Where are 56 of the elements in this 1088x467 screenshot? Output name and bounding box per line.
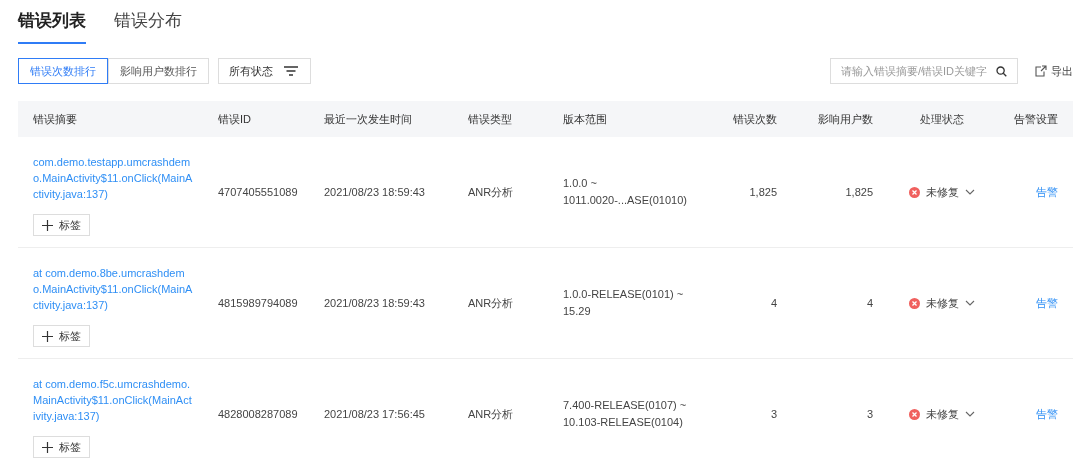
search-icon [996, 65, 1007, 77]
status-dropdown[interactable]: 未修复 [909, 406, 975, 422]
table-cell: 1,825 [845, 186, 873, 198]
export-icon [1035, 65, 1047, 77]
table-cell: 3 [770, 408, 777, 420]
column-header: 影响用户数 [817, 111, 874, 127]
table-cell: 1,825 [749, 186, 777, 198]
table-cell: 3 [866, 408, 873, 420]
status-dropdown[interactable]: 未修复 [909, 184, 975, 200]
status-dropdown[interactable]: 未修复 [909, 295, 975, 311]
add-tag-button[interactable]: 标签 [33, 325, 90, 347]
add-tag-button[interactable]: 标签 [33, 436, 90, 458]
status-filter[interactable]: 所有状态 [218, 58, 311, 84]
table-cell: 2021/08/23 18:59:43 [324, 297, 425, 309]
table-cell: 4707405551089 [218, 186, 298, 198]
table-cell: ANR分析 [468, 296, 514, 309]
column-header: 最近一次发生时间 [324, 111, 413, 127]
table-cell: 2021/08/23 17:56:45 [324, 408, 425, 420]
table-cell: 4 [866, 297, 873, 309]
table-cell: ANR分析 [468, 407, 514, 420]
table-cell: 4828008287089 [218, 408, 298, 420]
error-summary-link[interactable]: at com.demo.f5c.umcrashdemo.MainActivity$11.onClick(MainActivity.java:137) [33, 376, 193, 424]
chevron-down-icon [965, 189, 975, 195]
tab[interactable]: 错误列表 [18, 10, 86, 44]
error-icon [909, 297, 920, 309]
filter-icon [284, 66, 298, 76]
error-icon [909, 186, 920, 198]
search-field[interactable]: 请输入错误摘要/错误ID关键字 [830, 58, 1018, 84]
tab[interactable]: 错误分布 [114, 10, 182, 44]
table-cell-text: 1.0.0 ~ 1011.0020-...ASE(01010) [563, 176, 688, 208]
table-cell: 4815989794089 [218, 297, 298, 309]
table-cell: ANR分析 [468, 185, 514, 198]
error-icon [909, 408, 920, 420]
sort-button[interactable]: 错误次数排行 [18, 58, 108, 84]
alert-link[interactable]: 告警 [1036, 186, 1058, 198]
column-header: 告警设置 [1013, 111, 1059, 127]
column-header: 错误类型 [468, 111, 513, 127]
alert-link[interactable]: 告警 [1036, 297, 1058, 309]
column-header: 错误ID [218, 111, 252, 127]
error-summary-link[interactable]: at com.demo.8be.umcrashdemo.MainActivity$11.onClick(MainActivity.java:137) [33, 265, 193, 313]
column-header: 版本范围 [563, 111, 608, 127]
plus-icon [42, 441, 53, 453]
chevron-down-icon [965, 300, 975, 306]
sort-button[interactable]: 影响用户数排行 [108, 58, 209, 84]
alert-link[interactable]: 告警 [1036, 408, 1058, 420]
column-header: 错误次数 [732, 111, 778, 127]
table-cell: 2021/08/23 18:59:43 [324, 186, 425, 198]
table-cell: 4 [770, 297, 777, 309]
column-header: 处理状态 [919, 111, 965, 127]
add-tag-button[interactable]: 标签 [33, 214, 90, 236]
column-header: 错误摘要 [32, 111, 78, 127]
table-cell-text: 7.400-RELEASE(0107) ~ 10.103-RELEASE(0104) [563, 398, 688, 430]
chevron-down-icon [965, 411, 975, 417]
plus-icon [42, 330, 53, 342]
table-cell-text: 1.0.0-RELEASE(0101) ~ 15.29 [563, 287, 685, 319]
plus-icon [42, 219, 53, 231]
